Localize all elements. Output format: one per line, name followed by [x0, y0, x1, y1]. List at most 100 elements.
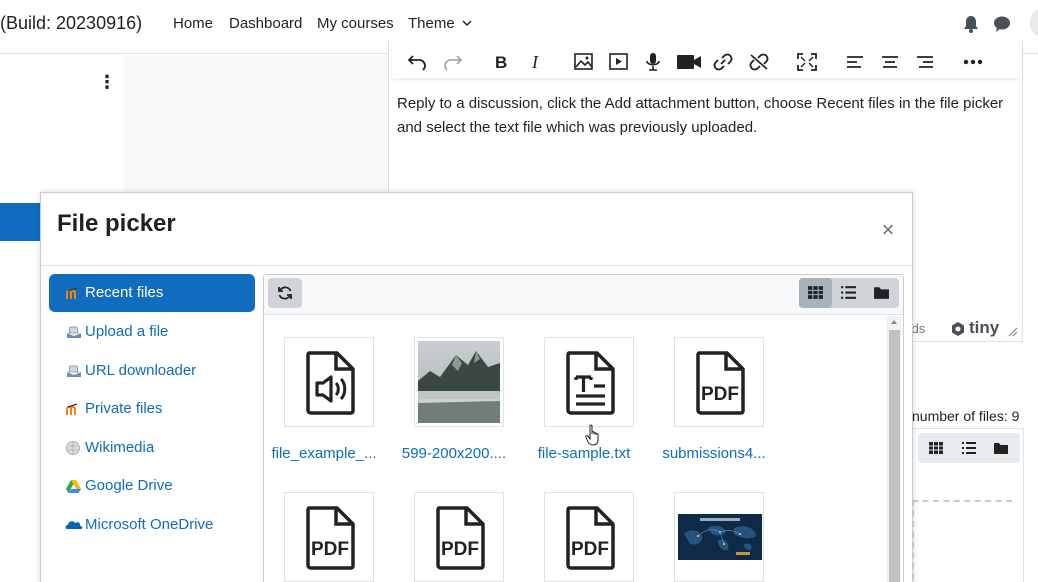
- nav-home[interactable]: Home: [173, 15, 213, 32]
- list-view-button[interactable]: [832, 278, 865, 308]
- pdf-label: PDF: [311, 539, 349, 560]
- undo-icon[interactable]: [406, 52, 428, 72]
- modal-title: File picker: [57, 210, 176, 237]
- tiny-brand-label[interactable]: tiny: [969, 318, 999, 338]
- text-file-icon: [566, 351, 615, 415]
- repo-upload-file[interactable]: Upload a file: [49, 313, 255, 351]
- resize-handle-icon[interactable]: [1008, 327, 1018, 337]
- view-switcher: [799, 278, 899, 308]
- fullscreen-icon[interactable]: [796, 52, 818, 72]
- wikimedia-icon: [66, 441, 80, 455]
- folder-icon: [874, 287, 889, 299]
- more-icon[interactable]: [962, 52, 984, 72]
- moodle-icon: [66, 287, 78, 299]
- pdf-file-icon: PDF: [306, 506, 355, 570]
- close-icon[interactable]: ×: [878, 218, 898, 242]
- refresh-icon: [278, 286, 292, 300]
- folder-icon[interactable]: [993, 440, 1009, 456]
- mountain-photo: [418, 341, 500, 423]
- file-name-link[interactable]: file-sample.txt: [519, 445, 649, 462]
- chevron-down-icon: [462, 20, 472, 26]
- url-downloader-icon: [67, 365, 81, 377]
- editor-statusbar: ords tiny: [900, 318, 1022, 342]
- repo-label: Microsoft OneDrive: [85, 516, 214, 533]
- file-thumbnail[interactable]: [544, 337, 634, 427]
- audio-file-icon: [306, 351, 355, 415]
- repo-label: Recent files: [85, 284, 164, 301]
- repo-private-files[interactable]: Private files: [49, 390, 255, 428]
- upload-icon: [67, 326, 81, 338]
- grid-view-icon: [808, 286, 823, 299]
- repo-wikimedia[interactable]: Wikimedia: [49, 429, 255, 467]
- pdf-label: PDF: [571, 539, 609, 560]
- tiny-logo-icon: [952, 322, 964, 336]
- scroll-up-arrow-icon[interactable]: [890, 318, 898, 326]
- drawer-active-item[interactable]: [0, 203, 40, 241]
- file-thumbnail[interactable]: [674, 492, 764, 582]
- google-drive-icon: [66, 480, 81, 493]
- file-count-text: number of files: 9: [912, 408, 1020, 424]
- grid-view-button[interactable]: [799, 278, 832, 308]
- record-audio-icon[interactable]: [642, 52, 664, 72]
- unlink-icon[interactable]: [748, 52, 770, 72]
- file-thumbnail[interactable]: PDF: [414, 492, 504, 582]
- repo-label: Private files: [85, 400, 163, 417]
- bell-icon[interactable]: [961, 14, 981, 34]
- grid-view-icon[interactable]: [928, 440, 944, 456]
- nav-theme[interactable]: Theme: [408, 15, 472, 32]
- list-view-icon[interactable]: [961, 440, 977, 456]
- repo-microsoft-onedrive[interactable]: Microsoft OneDrive: [49, 506, 255, 544]
- pdf-label: PDF: [441, 539, 479, 560]
- align-center-icon[interactable]: [879, 52, 901, 72]
- tree-view-button[interactable]: [865, 278, 898, 308]
- link-icon[interactable]: [712, 52, 734, 72]
- avatar[interactable]: [1030, 8, 1038, 38]
- pdf-file-icon: PDF: [436, 506, 485, 570]
- world-map-image: [678, 514, 762, 560]
- filemanager-dropzone[interactable]: [912, 500, 1012, 582]
- svg-text:B: B: [495, 53, 507, 72]
- redo-icon[interactable]: [442, 52, 464, 72]
- modal-header-divider: [41, 265, 912, 266]
- pdf-file-icon: PDF: [566, 506, 615, 570]
- file-thumbnail[interactable]: PDF: [674, 337, 764, 427]
- repo-url-downloader[interactable]: URL downloader: [49, 352, 255, 390]
- italic-icon[interactable]: I: [526, 52, 548, 72]
- file-thumbnail[interactable]: [284, 337, 374, 427]
- nav-theme-label: Theme: [408, 15, 455, 32]
- file-thumbnail[interactable]: PDF: [544, 492, 634, 582]
- moodle-icon: [66, 403, 78, 415]
- editor-toolbar: B I: [392, 44, 1022, 78]
- bold-icon[interactable]: B: [490, 52, 512, 72]
- file-name-link[interactable]: file_example_...: [259, 445, 389, 462]
- chat-icon[interactable]: [992, 14, 1012, 34]
- align-right-icon[interactable]: [914, 52, 936, 72]
- repo-recent-files[interactable]: Recent files: [49, 274, 255, 312]
- editor-body-text[interactable]: Reply to a discussion, click the Add att…: [397, 92, 1007, 140]
- file-thumbnail[interactable]: [414, 337, 504, 427]
- file-name-link[interactable]: submissions4...: [649, 445, 779, 462]
- media-icon[interactable]: [608, 52, 630, 72]
- svg-text:I: I: [531, 52, 539, 72]
- list-view-icon: [841, 286, 856, 299]
- nav-my-courses[interactable]: My courses: [317, 15, 394, 32]
- image-icon[interactable]: [573, 52, 595, 72]
- pdf-file-icon: PDF: [696, 351, 745, 415]
- nav-dashboard[interactable]: Dashboard: [229, 15, 302, 32]
- align-left-icon[interactable]: [844, 52, 866, 72]
- file-thumbnail[interactable]: PDF: [284, 492, 374, 582]
- repo-label: URL downloader: [85, 362, 197, 379]
- scrollbar-thumb[interactable]: [889, 330, 900, 582]
- repo-label: Wikimedia: [85, 439, 155, 456]
- pdf-label: PDF: [701, 384, 739, 405]
- repo-label: Upload a file: [85, 323, 169, 340]
- refresh-button[interactable]: [268, 278, 302, 308]
- hand-cursor-icon: [585, 424, 599, 446]
- repo-google-drive[interactable]: Google Drive: [49, 467, 255, 505]
- filemanager-toolbar: [918, 433, 1020, 463]
- onedrive-icon: [65, 521, 83, 529]
- record-video-icon[interactable]: [676, 52, 702, 72]
- file-name-link[interactable]: 599-200x200....: [389, 445, 519, 462]
- site-brand[interactable]: (Build: 20230916): [0, 13, 142, 34]
- more-options-icon[interactable]: ⋮: [98, 72, 116, 92]
